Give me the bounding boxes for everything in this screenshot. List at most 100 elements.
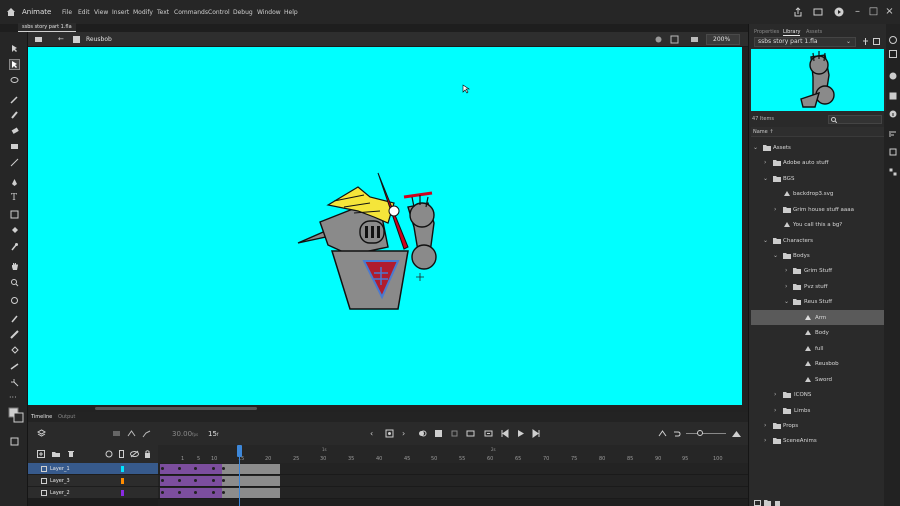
step-forward-icon[interactable]	[532, 429, 541, 438]
bone-tool-icon[interactable]	[10, 330, 19, 339]
list-item[interactable]: ⌄ Reus Stuff	[751, 294, 884, 309]
list-item[interactable]: full	[751, 341, 884, 356]
menu-modify[interactable]: Modify	[133, 9, 153, 16]
list-item[interactable]: You call this a bg?	[751, 217, 884, 232]
list-item[interactable]: › Grim house stuff aaaa	[751, 202, 884, 217]
tab-library[interactable]: Library	[783, 29, 801, 36]
menu-control[interactable]: Control	[208, 9, 230, 16]
menu-window[interactable]: Window	[257, 9, 281, 16]
current-frame[interactable]: 15	[208, 430, 217, 438]
text-tool-icon[interactable]: T	[11, 193, 17, 203]
timeline-hscroll[interactable]	[158, 499, 748, 506]
next-keyframe-icon[interactable]: ›	[402, 429, 405, 438]
zoom-select[interactable]: 200%	[706, 34, 740, 45]
chevron-down-icon[interactable]: ⌄	[846, 38, 851, 45]
keyframe[interactable]	[178, 491, 181, 494]
keyframe[interactable]	[178, 467, 181, 470]
tab-output[interactable]: Output	[58, 414, 75, 420]
chevron-right-icon[interactable]: ›	[764, 159, 766, 166]
chevron-down-icon[interactable]: ⌄	[753, 144, 758, 151]
list-item[interactable]: Body	[751, 325, 884, 340]
center-stage-icon[interactable]	[655, 36, 662, 43]
name-column-label[interactable]: Name ↑	[753, 129, 774, 135]
layer-outline-icon[interactable]	[119, 450, 124, 458]
keyframe[interactable]	[161, 479, 164, 482]
layer-color-swatch[interactable]	[121, 490, 124, 496]
home-icon[interactable]	[6, 7, 16, 17]
workspace-icon[interactable]	[813, 7, 823, 17]
delete-item-icon[interactable]	[774, 500, 781, 506]
chevron-right-icon[interactable]: ›	[774, 391, 776, 398]
keyframe[interactable]	[178, 479, 181, 482]
align-panel-icon[interactable]	[889, 130, 897, 138]
chevron-right-icon[interactable]: ›	[764, 422, 766, 429]
eraser-tool-icon[interactable]	[10, 126, 19, 135]
eyedropper-tool-icon[interactable]	[10, 242, 19, 251]
list-item[interactable]: › Grim Stuff	[751, 263, 884, 278]
list-item[interactable]: › Props	[751, 418, 884, 433]
timeline-options-icon[interactable]	[658, 429, 667, 438]
timeline-zoom-thumb[interactable]	[697, 430, 703, 436]
keyframe[interactable]	[222, 479, 225, 482]
tween-icon[interactable]	[127, 429, 136, 438]
more-tools-icon[interactable]: ···	[9, 393, 17, 402]
list-item[interactable]: › SceneAnims	[751, 433, 884, 448]
clip-frames-icon[interactable]	[466, 429, 475, 438]
new-library-panel-icon[interactable]	[873, 38, 880, 45]
menu-edit[interactable]: Edit	[78, 9, 90, 16]
lasso-tool-icon[interactable]	[10, 76, 19, 85]
layer-row[interactable]: Layer_3	[28, 475, 158, 487]
chevron-down-icon[interactable]: ⌄	[763, 175, 768, 182]
keyframe[interactable]	[212, 491, 215, 494]
list-item[interactable]: Sword	[751, 372, 884, 387]
camera-icon[interactable]	[690, 35, 699, 44]
onion-skin-icon[interactable]	[418, 429, 427, 438]
frame-display[interactable]: 15f	[208, 430, 218, 438]
graph-icon[interactable]	[142, 429, 151, 438]
transform-panel-icon[interactable]	[889, 148, 897, 156]
chevron-right-icon[interactable]: ›	[764, 437, 766, 444]
hand-tool-icon[interactable]	[10, 262, 19, 271]
layers-icon[interactable]	[37, 429, 46, 438]
ink-bottle-icon[interactable]	[10, 346, 19, 355]
document-tab[interactable]: ssbs story part 1.fla	[18, 23, 76, 32]
keyframe[interactable]	[161, 491, 164, 494]
list-item[interactable]: ⌄ Characters	[751, 233, 884, 248]
loop-icon[interactable]	[484, 429, 493, 438]
layer-color-swatch[interactable]	[121, 466, 124, 472]
step-back-icon[interactable]	[500, 429, 509, 438]
chevron-right-icon[interactable]: ›	[785, 283, 787, 290]
chevron-down-icon[interactable]: ⌄	[773, 252, 778, 259]
layer-name[interactable]: Layer_2	[50, 490, 70, 496]
frames-row[interactable]	[158, 475, 748, 487]
menu-view[interactable]: View	[94, 9, 108, 16]
keyframe[interactable]	[212, 467, 215, 470]
library-panel-icon[interactable]	[889, 50, 897, 58]
frame-view-icon[interactable]	[112, 429, 121, 438]
list-item[interactable]: ⌄ Assets	[751, 140, 884, 155]
prev-keyframe-icon[interactable]: ‹	[370, 429, 373, 438]
test-movie-icon[interactable]	[834, 7, 844, 17]
minimize-icon[interactable]: –	[852, 6, 863, 17]
fps-value[interactable]: 30.00	[172, 430, 192, 438]
subselection-tool-icon[interactable]	[9, 59, 20, 70]
frames-row[interactable]	[158, 487, 748, 499]
swatches-panel-icon[interactable]	[889, 92, 897, 100]
pin-icon[interactable]	[862, 38, 869, 45]
keyframe[interactable]	[161, 467, 164, 470]
maximize-icon[interactable]: □	[868, 6, 879, 17]
timeline-zoom-slider[interactable]	[686, 433, 726, 434]
static-span[interactable]	[222, 476, 280, 486]
components-panel-icon[interactable]	[889, 168, 897, 176]
edit-multiple-frames-icon[interactable]	[434, 429, 443, 438]
layer-row[interactable]: Layer_1	[28, 463, 158, 475]
fps-display[interactable]: 30.00fps	[172, 430, 198, 438]
list-item[interactable]: › Pvz stuff	[751, 279, 884, 294]
chevron-right-icon[interactable]: ›	[785, 267, 787, 274]
back-arrow-icon[interactable]: ←	[58, 35, 64, 43]
playhead[interactable]	[237, 445, 242, 457]
lock-icon[interactable]	[144, 450, 151, 458]
line-tool-icon[interactable]	[10, 158, 19, 167]
keyframe[interactable]	[212, 479, 215, 482]
play-icon[interactable]	[516, 429, 525, 438]
